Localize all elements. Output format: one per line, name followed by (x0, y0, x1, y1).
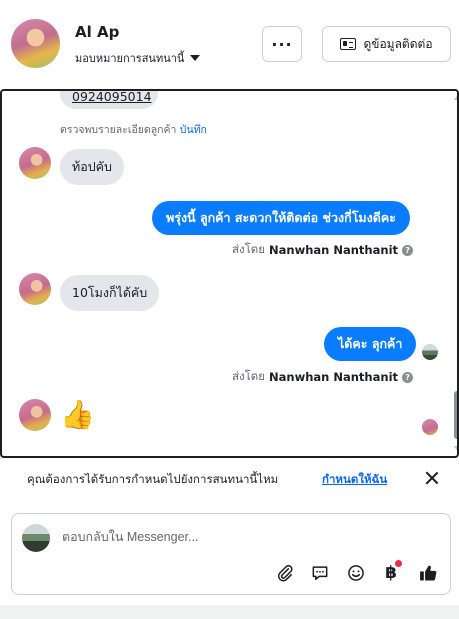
page-avatar (22, 524, 50, 552)
sender-name: Nanwhan Nanthanit (269, 243, 399, 257)
contact-avatar-small (19, 147, 51, 179)
more-options-button[interactable]: ··· (262, 26, 302, 62)
contact-avatar-small (19, 399, 51, 431)
close-icon[interactable] (424, 470, 440, 486)
help-icon[interactable]: ? (402, 371, 414, 383)
assign-conversation-dropdown[interactable]: มอบหมายการสนทนานี้ (75, 49, 201, 67)
incoming-message[interactable]: 10โมงก็ได้คับ (60, 275, 160, 311)
view-contact-details-button[interactable]: ดูข้อมูลติดต่อ (322, 26, 451, 62)
incoming-message[interactable]: ท้อปคับ (60, 149, 124, 185)
assign-to-me-link[interactable]: กำหนดให้ฉัน (322, 471, 387, 489)
thumbs-up-icon (420, 565, 437, 581)
details-detected-text: ตรวจพบรายละเอียดลูกค้า (60, 124, 177, 136)
contact-name[interactable]: Al Ap (75, 23, 119, 41)
scroll-thumb[interactable] (454, 391, 457, 439)
emoji-icon (348, 565, 364, 581)
chevron-down-icon (190, 55, 201, 61)
seen-receipt-avatar (422, 344, 438, 360)
assign-label: มอบหมายการสนทนานี้ (75, 52, 185, 65)
save-details-link[interactable]: บันทึก (180, 124, 207, 136)
sent-by-prefix: ส่งโดย (232, 369, 266, 383)
scroll-up-arrow-icon[interactable] (454, 94, 457, 100)
assignment-suggestion-text: คุณต้องการได้รับการกำหนดไปยังการสนทนานี้… (27, 472, 279, 486)
sender-name: Nanwhan Nanthanit (269, 370, 399, 384)
send-like-button[interactable] (417, 562, 439, 584)
thumbs-up-message[interactable]: 👍 (60, 399, 95, 431)
outgoing-message[interactable]: พรุ่งนี้ ลูกค้า สะดวกให้ติดต่อ ช่วงกี่โม… (152, 201, 410, 235)
outgoing-message[interactable]: ได้คะ ลุกค้า (324, 327, 417, 361)
message-composer: ฿ (11, 513, 451, 595)
assignment-suggestion-bar: คุณต้องการได้รับการกำหนดไปยังการสนทนานี้… (0, 458, 459, 500)
payment-button[interactable]: ฿ (380, 560, 402, 584)
emoji-button[interactable] (345, 562, 367, 584)
reply-input[interactable] (62, 527, 432, 547)
paperclip-icon (277, 565, 293, 582)
more-icon: ··· (271, 34, 293, 54)
seen-receipt-avatar (422, 419, 438, 435)
conversation-header: Al Ap มอบหมายการสนทนานี้ ··· ดูข้อมูลติด… (0, 0, 459, 89)
phone-number-link[interactable]: 0924095014 (72, 91, 152, 104)
contact-avatar-small (19, 273, 51, 305)
chat-bubble-icon (312, 566, 328, 580)
contact-card-icon (340, 38, 357, 50)
customer-details-detected: ตรวจพบรายละเอียดลูกค้า บันทึก (60, 121, 207, 138)
help-icon[interactable]: ? (402, 244, 414, 256)
message-thread[interactable]: 0924095014 ตรวจพบรายละเอียดลูกค้า บันทึก… (0, 89, 459, 458)
view-contact-details-label: ดูข้อมูลติดต่อ (363, 36, 433, 51)
sent-by-line: ส่งโดย Nanwhan Nanthanit ? (232, 241, 414, 259)
notification-dot (395, 560, 402, 567)
sent-by-prefix: ส่งโดย (232, 242, 266, 256)
saved-replies-button[interactable] (309, 562, 331, 584)
scroll-down-arrow-icon[interactable] (454, 446, 457, 452)
attachment-button[interactable] (274, 562, 296, 584)
scrollbar[interactable] (453, 91, 457, 456)
contact-avatar[interactable] (11, 19, 60, 68)
sent-by-line: ส่งโดย Nanwhan Nanthanit ? (232, 368, 414, 386)
bottom-strip (0, 605, 459, 619)
